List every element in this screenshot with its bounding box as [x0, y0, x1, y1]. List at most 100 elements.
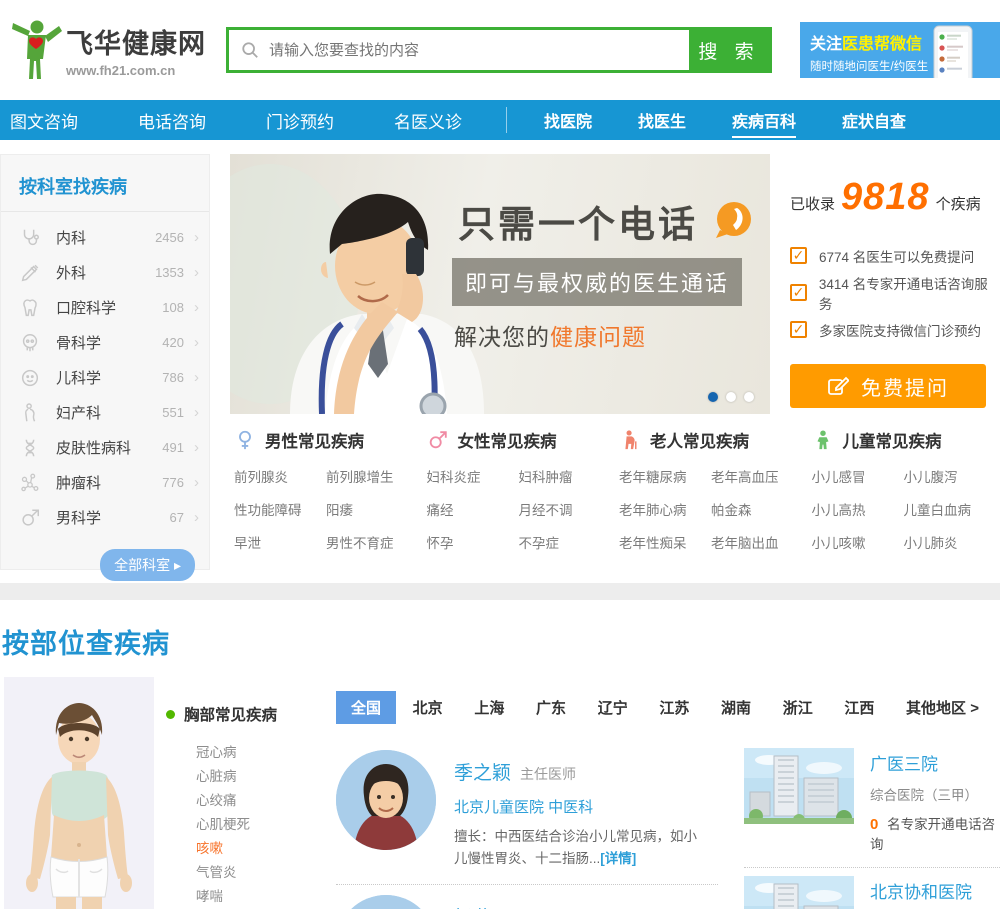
disease-link[interactable]: 老年性痴呆: [619, 532, 707, 552]
all-departments-button[interactable]: 全部科室 ▸: [100, 549, 195, 581]
chest-disease-item[interactable]: 气管炎: [196, 861, 330, 885]
nav-item[interactable]: 名医义诊: [364, 108, 492, 133]
disease-link[interactable]: 月经不调: [519, 499, 616, 519]
sidebar-department-item[interactable]: 口腔科学 108 ›: [1, 290, 209, 325]
chest-disease-item[interactable]: 心脏病: [196, 765, 330, 789]
department-count: 67: [169, 510, 184, 525]
disease-link[interactable]: 儿童白血病: [904, 499, 1000, 519]
doctor-card[interactable]: 杨燕主任医师 北京儿童医院 中医科: [336, 885, 718, 909]
disease-link[interactable]: 老年高血压: [711, 466, 808, 486]
body-illustration[interactable]: [0, 677, 154, 909]
nav-item[interactable]: 找医生: [615, 108, 709, 132]
disease-link[interactable]: 帕金森: [711, 499, 808, 519]
region-tab[interactable]: 广东: [521, 691, 581, 724]
region-tab[interactable]: 江西: [829, 691, 889, 724]
doctor-card[interactable]: 季之颖 主任医师 北京儿童医院 中医科 擅长：中西医结合诊治小儿常见病，如小儿慢性…: [336, 740, 718, 884]
chest-disease-item[interactable]: 咳嗽: [196, 837, 330, 861]
feature-check-item: ✓ 6774 名医生可以免费提问: [790, 237, 1000, 274]
elderly-icon: [619, 429, 641, 451]
free-ask-button[interactable]: 免费提问: [790, 364, 986, 408]
collected-count: 已收录 9818 个疾病: [790, 176, 981, 218]
sidebar-department-item[interactable]: 妇产科 551 ›: [1, 395, 209, 430]
syringe-icon: [19, 262, 41, 284]
region-tab[interactable]: 其他地区 >: [891, 691, 994, 724]
disease-link[interactable]: 早泄: [234, 532, 322, 552]
region-tab[interactable]: 北京: [398, 691, 458, 724]
disease-link[interactable]: 阳痿: [326, 499, 423, 519]
disease-link[interactable]: 老年脑出血: [711, 532, 808, 552]
search-input[interactable]: [229, 30, 689, 70]
disease-link[interactable]: 老年肺心病: [619, 499, 707, 519]
disease-link[interactable]: 前列腺炎: [234, 466, 322, 486]
chest-disease-item[interactable]: 心肌梗死: [196, 813, 330, 837]
disease-link[interactable]: 小儿肺炎: [904, 532, 1000, 552]
disease-category-column: 儿童常见疾病 小儿感冒 小儿腹泻 小儿高热 儿童白血病 小儿咳嗽 小儿肺炎: [808, 428, 1000, 552]
carousel-dot[interactable]: [708, 392, 718, 402]
category-header: 老人常见疾病: [619, 428, 808, 452]
search-bar: 搜 索: [226, 27, 772, 73]
molecule-icon: [19, 472, 41, 494]
promo-banner[interactable]: 只需一个电话 即可与最权威的医生通话 解决您的健康问题: [230, 154, 770, 414]
orange-checkbox-icon: ✓: [790, 321, 807, 338]
sidebar-department-item[interactable]: 儿科学 786 ›: [1, 360, 209, 395]
nav-item[interactable]: 症状自查: [819, 108, 929, 132]
hospital-list: 广医三院 综合医院（三甲） 0 名专家开通电话咨询 北京协和医院: [718, 740, 1000, 909]
nav-item[interactable]: 电话咨询: [108, 108, 236, 133]
department-count: 491: [162, 440, 184, 455]
hospital-photo[interactable]: [744, 876, 854, 909]
department-count: 2456: [155, 230, 184, 245]
hospital-card[interactable]: 北京协和医院 综合医院（三甲） 70 名专家开通电话咨询: [744, 868, 1000, 909]
sidebar-department-item[interactable]: 男科学 67 ›: [1, 500, 209, 535]
disease-link[interactable]: 小儿高热: [812, 499, 900, 519]
sidebar-department-item[interactable]: 骨科学 420 ›: [1, 325, 209, 360]
chest-disease-item[interactable]: 心绞痛: [196, 789, 330, 813]
nav-item[interactable]: 疾病百科: [709, 108, 819, 138]
hospital-photo[interactable]: [744, 748, 854, 824]
sidebar-department-item[interactable]: 肿瘤科 776 ›: [1, 465, 209, 500]
search-button[interactable]: 搜 索: [689, 30, 769, 70]
disease-link[interactable]: 男性不育症: [326, 532, 423, 552]
sidebar-department-item[interactable]: 皮肤性病科 491 ›: [1, 430, 209, 465]
chest-disease-item[interactable]: 冠心病: [196, 741, 330, 765]
doctor-avatar[interactable]: [336, 750, 436, 850]
disease-link[interactable]: 小儿腹泻: [904, 466, 1000, 486]
site-logo[interactable]: 飞华健康网 www.fh21.com.cn: [0, 19, 212, 81]
nav-item[interactable]: 图文咨询: [0, 108, 108, 133]
disease-link[interactable]: 妇科肿瘤: [519, 466, 616, 486]
search-icon: [241, 41, 259, 59]
site-title: 飞华健康网: [66, 29, 206, 59]
sidebar-department-item[interactable]: 内科 2456 ›: [1, 220, 209, 255]
disease-link[interactable]: 老年糖尿病: [619, 466, 707, 486]
detail-link[interactable]: [详情]: [600, 851, 636, 866]
region-tab[interactable]: 上海: [459, 691, 519, 724]
region-tab[interactable]: 辽宁: [583, 691, 643, 724]
hospital-card[interactable]: 广医三院 综合医院（三甲） 0 名专家开通电话咨询: [744, 740, 1000, 867]
green-dot-icon: [166, 709, 175, 719]
disease-link[interactable]: 小儿咳嗽: [812, 532, 900, 552]
page: 飞华健康网 www.fh21.com.cn 搜 索 关注医患帮微信 随时随地问医…: [0, 0, 1000, 909]
disease-link[interactable]: 妇科炎症: [427, 466, 515, 486]
disease-link[interactable]: 怀孕: [427, 532, 515, 552]
category-header: 女性常见疾病: [427, 428, 616, 452]
wechat-banner[interactable]: 关注医患帮微信 随时随地问医生/约医生: [800, 22, 1000, 78]
stats-panel: 已收录 9818 个疾病 ✓ 6774 名医生可以免费提问 ✓ 3414 名专家开通电…: [770, 154, 1000, 414]
nav-item[interactable]: 门诊预约: [236, 108, 364, 133]
doctor-avatar[interactable]: [336, 895, 436, 909]
nav-left-group: 图文咨询 电话咨询 门诊预约 名医义诊: [0, 108, 492, 133]
disease-link[interactable]: 痛经: [427, 499, 515, 519]
region-tab[interactable]: 湖南: [706, 691, 766, 724]
region-tab[interactable]: 全国: [336, 691, 397, 724]
male-icon: [19, 507, 41, 529]
sidebar-department-item[interactable]: 外科 1353 ›: [1, 255, 209, 290]
disease-link[interactable]: 前列腺增生: [326, 466, 423, 486]
disease-link[interactable]: 不孕症: [519, 532, 616, 552]
disease-link[interactable]: 性功能障碍: [234, 499, 322, 519]
region-tab[interactable]: 江苏: [644, 691, 704, 724]
disease-link[interactable]: 小儿感冒: [812, 466, 900, 486]
carousel-dot[interactable]: [744, 392, 754, 402]
chest-disease-item[interactable]: 哮喘: [196, 885, 330, 909]
region-tab[interactable]: 浙江: [768, 691, 828, 724]
pregnant-icon: [19, 402, 41, 424]
carousel-dot[interactable]: [726, 392, 736, 402]
nav-item[interactable]: 找医院: [521, 108, 615, 132]
